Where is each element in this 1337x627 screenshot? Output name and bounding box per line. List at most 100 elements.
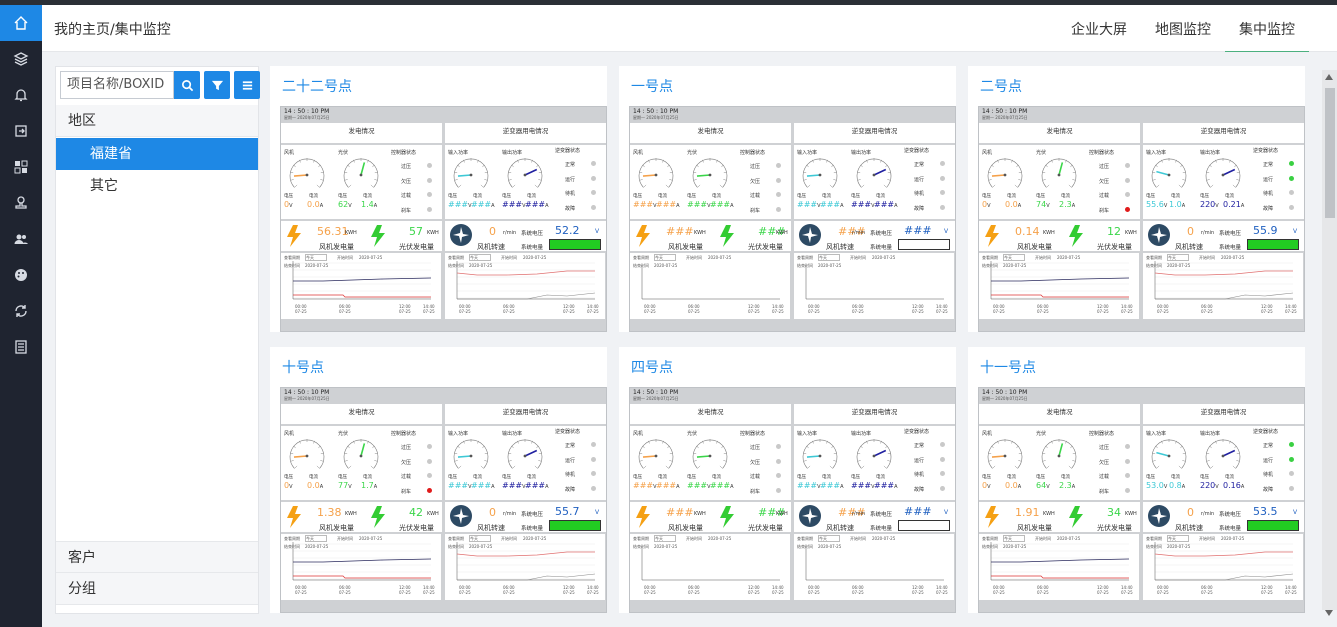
search-button[interactable] — [174, 71, 200, 99]
tab-central-monitor[interactable]: 集中监控 — [1225, 5, 1309, 54]
gauge-voltage-label: 电压 — [338, 475, 347, 480]
inv-history-chart: 查看周期 今天 开始时间 2020-07-25 结束时间 2020-07-25 … — [1143, 534, 1303, 600]
gauge-voltage-value: ###V — [633, 200, 657, 209]
sys-voltage-value: 55.7 — [555, 505, 580, 518]
inv-history-chart: 查看周期 今天 开始时间 2020-07-25 结束时间 2020-07-25 … — [794, 534, 954, 600]
tab-map-monitor[interactable]: 地图监控 — [1141, 5, 1225, 51]
scrollbar[interactable] — [1322, 70, 1337, 616]
monitor-card[interactable]: 一号点 14 : 50 : 10 PM 星期一 2020年07月25日 发电情况… — [619, 66, 956, 332]
left-rail — [0, 5, 42, 627]
x-tick-date: 07-25 — [808, 590, 820, 595]
history-line-plot — [1145, 259, 1295, 307]
status-label: 欠压 — [750, 178, 761, 185]
x-tick-date: 07-25 — [1097, 590, 1109, 595]
status-dot — [1289, 204, 1294, 210]
x-tick-date: 07-25 — [1261, 309, 1273, 314]
status-label: 故障 — [565, 205, 576, 212]
x-tick-date: 07-25 — [1285, 590, 1297, 595]
refresh-cycle-icon[interactable] — [0, 293, 42, 329]
wind-speed-label: 风机转速 — [477, 524, 505, 532]
card-title[interactable]: 二号点 — [980, 76, 1022, 96]
x-tick-date: 07-25 — [852, 309, 864, 314]
gauge-voltage-value: 0V — [982, 481, 991, 490]
inv-title: 逆变器用电情况 — [851, 408, 898, 416]
x-tick-date: 07-25 — [423, 590, 435, 595]
status-label: 故障 — [1263, 205, 1274, 212]
stamp-icon[interactable] — [0, 185, 42, 221]
list-icon[interactable] — [0, 329, 42, 365]
card-title[interactable]: 四号点 — [631, 357, 673, 377]
card-title[interactable]: 十号点 — [282, 357, 324, 377]
gen-title-pane: 发电情况 — [630, 123, 791, 143]
gauge-voltage-label: 电压 — [797, 194, 806, 199]
gauge-current-value: 2.3A — [1059, 200, 1076, 209]
group-section[interactable]: 分组 — [56, 573, 258, 605]
sys-voltage-value: 52.2 — [555, 224, 580, 237]
monitor-card[interactable]: 二十二号点 14 : 50 : 10 PM 星期一 2020年07月25日 发电… — [270, 66, 607, 332]
export-icon[interactable] — [0, 113, 42, 149]
tab-enterprise-screen[interactable]: 企业大屏 — [1057, 5, 1141, 51]
x-tick-date: 07-25 — [748, 590, 760, 595]
gauge-voltage-value: 220V — [1200, 200, 1219, 209]
gauge-current-value: ###A — [656, 200, 680, 209]
status-dot — [591, 161, 596, 166]
scroll-down-icon[interactable] — [1325, 610, 1333, 616]
customer-section[interactable]: 客户 — [56, 541, 258, 573]
kwh-unit: KWH — [1125, 511, 1137, 517]
status-dot — [1289, 442, 1294, 447]
scroll-up-icon[interactable] — [1325, 74, 1333, 80]
monitor-screenshot: 14 : 50 : 10 PM 星期一 2020年07月25日 发电情况 逆变器… — [280, 106, 607, 332]
monitor-card[interactable]: 四号点 14 : 50 : 10 PM 星期一 2020年07月25日 发电情况… — [619, 347, 956, 613]
menu-button[interactable] — [234, 71, 260, 99]
monitor-card[interactable]: 十号点 14 : 50 : 10 PM 星期一 2020年07月25日 发电情况… — [270, 347, 607, 613]
gauge-voltage-value: 0V — [284, 200, 293, 209]
monitor-card[interactable]: 二号点 14 : 50 : 10 PM 星期一 2020年07月25日 发电情况… — [968, 66, 1305, 332]
card-title[interactable]: 十一号点 — [980, 357, 1036, 377]
input-power-gauge: 输入功率 电压 电流 55.6V 1.0A — [1145, 149, 1193, 211]
fan-icon — [1147, 223, 1171, 251]
gauge-current-label: 电流 — [658, 475, 667, 480]
users-icon[interactable] — [0, 221, 42, 257]
wind-bolt-icon — [636, 225, 650, 251]
gen-history-chart: 查看周期 今天 开始时间 2020-07-25 结束时间 2020-07-25 … — [281, 534, 441, 600]
status-label: 欠压 — [1099, 459, 1110, 466]
bell-icon[interactable] — [0, 77, 42, 113]
sys-power-label: 系统电量 — [870, 526, 893, 532]
gauge-current-value: ###A — [525, 200, 549, 209]
card-title[interactable]: 二十二号点 — [282, 76, 352, 96]
inv_state-title: 逆变器状态 — [1253, 429, 1279, 435]
search-input[interactable]: 项目名称/BOXID — [60, 71, 174, 99]
dashboard-grid-icon[interactable] — [0, 149, 42, 185]
gen-kpi-pane: ### KWH 风机发电量 ### KWH 光伏发电量 — [630, 221, 791, 251]
tree-item-fujian[interactable]: 福建省 — [56, 138, 258, 170]
status-dot — [591, 442, 596, 447]
gauge-voltage-label: 电压 — [851, 475, 860, 480]
gauge-current-value: ###A — [820, 481, 844, 490]
wind-gen-label: 风机发电量 — [319, 524, 354, 532]
home-icon[interactable] — [0, 5, 42, 41]
rpm-value: 0 — [1187, 506, 1194, 519]
status-dot — [1289, 456, 1294, 462]
monitor-card[interactable]: 十一号点 14 : 50 : 10 PM 星期一 2020年07月25日 发电情… — [968, 347, 1305, 613]
inv-history-chart: 查看周期 今天 开始时间 2020-07-25 结束时间 2020-07-25 … — [1143, 253, 1303, 319]
x-tick-date: 07-25 — [644, 309, 656, 314]
inv-title: 逆变器用电情况 — [502, 408, 549, 416]
filter-button[interactable] — [204, 71, 230, 99]
sys-power-label: 系统电量 — [1219, 526, 1242, 532]
palette-icon[interactable] — [0, 257, 42, 293]
layers-icon[interactable] — [0, 41, 42, 77]
clock-date: 星期一 2020年07月25日 — [982, 396, 1028, 401]
region-section[interactable]: 地区 — [56, 105, 258, 137]
sys-voltage-value: ### — [904, 224, 932, 237]
inv_state-title: 逆变器状态 — [555, 148, 581, 154]
tree-item-other[interactable]: 其它 — [56, 170, 258, 202]
gauge-current-value: 1.4A — [361, 200, 378, 209]
card-title[interactable]: 一号点 — [631, 76, 673, 96]
sys-power-bar — [898, 239, 950, 250]
wind-gauge: 风机 电压 电流 0V 0.0A — [981, 149, 1029, 211]
gen-title-pane: 发电情况 — [630, 404, 791, 424]
sys-power-bar — [549, 520, 601, 531]
wind-gauge: 风机 电压 电流 0V 0.0A — [981, 430, 1029, 492]
gauge-current-value: 0.0A — [307, 481, 324, 490]
scroll-thumb[interactable] — [1325, 88, 1335, 218]
